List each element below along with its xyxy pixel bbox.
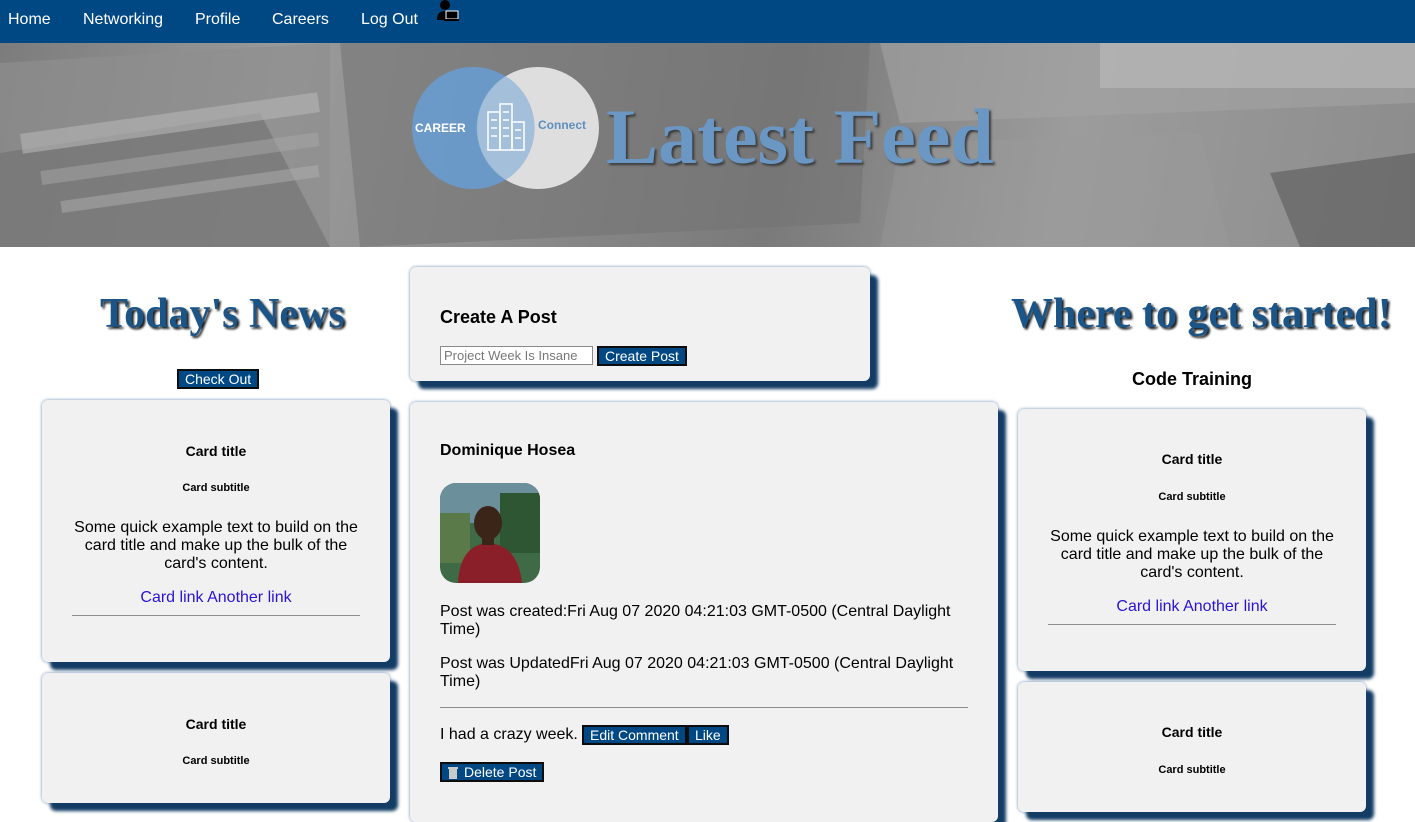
card-title: Card title bbox=[185, 716, 247, 732]
card-subtitle: Card subtitle bbox=[1158, 491, 1226, 503]
post-updated-line: Post was UpdatedFri Aug 07 2020 04:21:03… bbox=[440, 655, 970, 691]
card-links: Card link Another link bbox=[42, 589, 390, 607]
created-label: Post was created: bbox=[440, 603, 568, 620]
nav-home-link[interactable]: Home bbox=[8, 11, 51, 29]
news-heading: Today's News bbox=[100, 291, 345, 337]
logo-connect-text: Connect bbox=[538, 118, 586, 132]
training-card: Card title Card subtitle bbox=[1018, 682, 1366, 812]
like-button[interactable]: Like bbox=[687, 725, 729, 745]
card-subtitle: Card subtitle bbox=[182, 755, 250, 767]
another-link[interactable]: Another link bbox=[1183, 598, 1268, 615]
post-comment: I had a crazy week. bbox=[440, 726, 578, 743]
card-divider bbox=[1048, 624, 1336, 625]
code-training-heading: Code Training bbox=[0, 369, 1415, 390]
hero-banner: CAREER Connect Latest Feed bbox=[0, 43, 1415, 247]
page-title: Latest Feed bbox=[606, 93, 994, 180]
news-card: Card title Card subtitle bbox=[42, 673, 390, 803]
card-subtitle: Card subtitle bbox=[182, 482, 250, 494]
nav-careers-link[interactable]: Careers bbox=[272, 11, 329, 29]
code-training-label: Code Training bbox=[1131, 369, 1252, 389]
post-text-input[interactable]: Project Week Is Insane bbox=[440, 346, 593, 365]
started-heading: Where to get started! bbox=[1011, 291, 1392, 337]
updated-label: Post was Updated bbox=[440, 655, 570, 672]
news-card: Card title Card subtitle Some quick exam… bbox=[42, 400, 390, 662]
card-title: Card title bbox=[1161, 724, 1223, 740]
post-author: Dominique Hosea bbox=[440, 442, 576, 459]
author-avatar bbox=[440, 483, 540, 583]
nav-profile-link[interactable]: Profile bbox=[195, 11, 240, 29]
card-divider bbox=[72, 615, 360, 616]
training-card: Card title Card subtitle Some quick exam… bbox=[1018, 409, 1366, 671]
trash-icon bbox=[447, 766, 459, 779]
top-navbar: Home Networking Profile Careers Log Out bbox=[0, 0, 1415, 43]
delete-post-button[interactable]: Delete Post bbox=[440, 762, 545, 782]
user-computer-icon[interactable] bbox=[434, 0, 460, 22]
nav-logout-link[interactable]: Log Out bbox=[361, 11, 418, 29]
career-connect-logo: CAREER Connect bbox=[412, 67, 599, 189]
card-link[interactable]: Card link bbox=[140, 589, 203, 606]
post-card: Dominique Hosea Post was created:Fri Aug… bbox=[410, 402, 998, 822]
card-text: Some quick example text to build on the … bbox=[1050, 528, 1334, 581]
card-title: Card title bbox=[185, 443, 247, 459]
create-post-card: Create A Post Project Week Is Insane Cre… bbox=[410, 267, 870, 381]
create-post-button[interactable]: Create Post bbox=[597, 346, 687, 366]
card-link[interactable]: Card link bbox=[1116, 598, 1179, 615]
logo-career-text: CAREER bbox=[415, 121, 466, 135]
card-links: Card link Another link bbox=[1018, 598, 1366, 616]
card-text: Some quick example text to build on the … bbox=[74, 519, 358, 572]
post-created-line: Post was created:Fri Aug 07 2020 04:21:0… bbox=[440, 603, 970, 639]
nav-networking-link[interactable]: Networking bbox=[83, 11, 163, 29]
another-link[interactable]: Another link bbox=[207, 589, 292, 606]
edit-comment-button[interactable]: Edit Comment bbox=[582, 725, 687, 745]
card-subtitle: Card subtitle bbox=[1158, 764, 1226, 776]
post-divider bbox=[440, 707, 968, 708]
card-title: Card title bbox=[1161, 451, 1223, 467]
create-post-heading: Create A Post bbox=[440, 307, 557, 327]
